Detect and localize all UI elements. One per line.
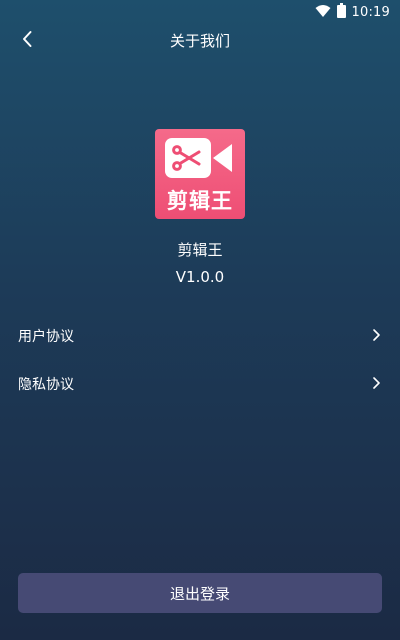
nav-bar: 关于我们 — [0, 24, 400, 58]
chevron-right-icon — [368, 375, 384, 391]
menu-item-label: 隐私协议 — [18, 377, 74, 393]
logout-button[interactable]: 退出登录 — [18, 573, 382, 613]
video-scissors-icon — [172, 144, 232, 172]
battery-icon — [336, 2, 346, 22]
logo-text: 剪辑王 — [167, 189, 233, 213]
chevron-right-icon — [368, 327, 384, 343]
status-time: 10:19 — [351, 4, 390, 20]
user-agreement-item[interactable]: 用户协议 — [0, 315, 400, 355]
privacy-policy-item[interactable]: 隐私协议 — [0, 363, 400, 403]
wifi-icon — [315, 3, 331, 22]
page-title: 关于我们 — [169, 32, 230, 50]
app-logo: 剪辑王 — [155, 129, 245, 219]
status-bar: 10:19 — [0, 0, 400, 24]
menu-item-label: 用户协议 — [18, 329, 74, 345]
app-version: V1.0.0 — [175, 268, 225, 286]
status-icons: 10:19 — [315, 2, 390, 22]
app-name: 剪辑王 — [177, 241, 223, 259]
